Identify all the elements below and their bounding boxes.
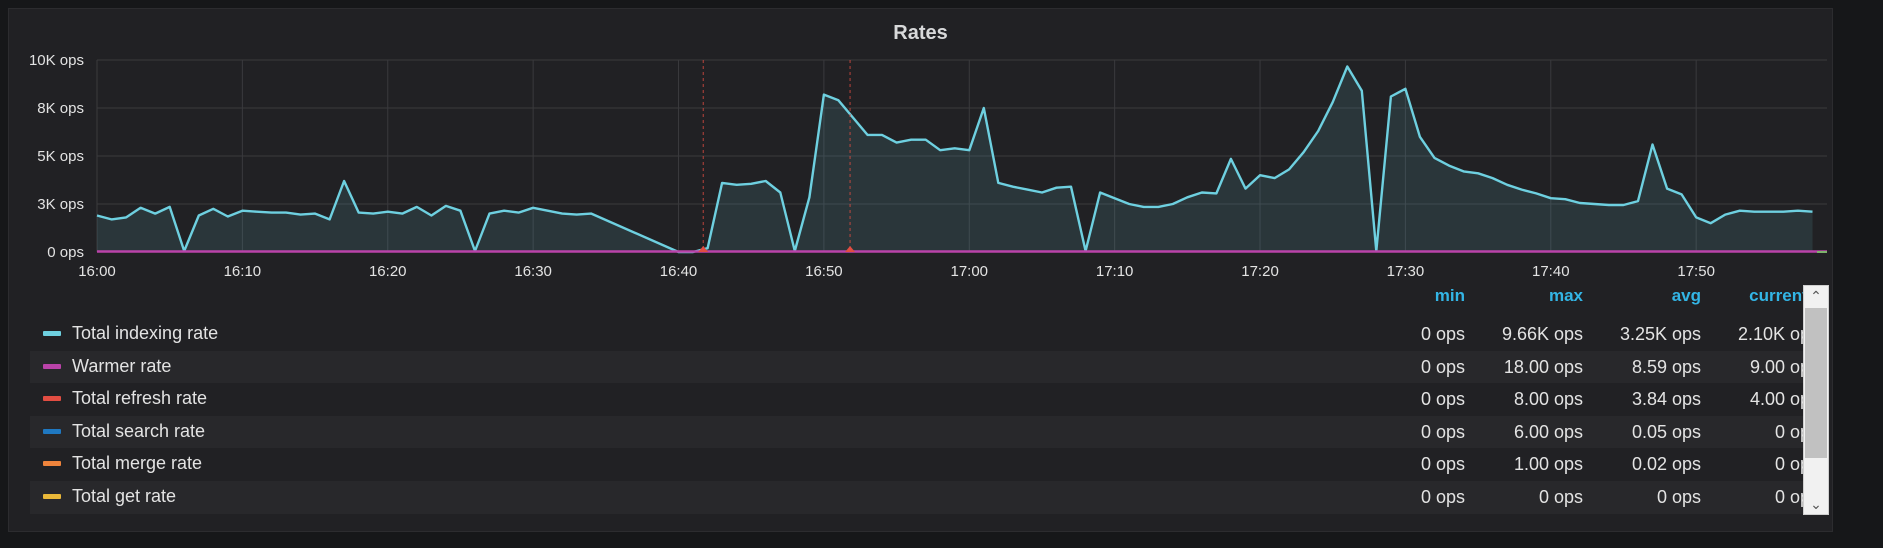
series-name[interactable]: Total get rate xyxy=(72,486,176,507)
scrollbar-thumb[interactable] xyxy=(1805,308,1827,458)
rates-chart[interactable]: 0 ops 3K ops 5K ops 8K ops 10K ops 16:00 16:10… xyxy=(0,0,1883,290)
legend-value-max: 6.00 ops xyxy=(1513,421,1583,442)
legend-row[interactable]: Total refresh rate 0 ops 8.00 ops 3.84 ops 4… xyxy=(30,383,1819,416)
x-tick-label: 17:00 xyxy=(950,263,988,280)
legend-scrollbar[interactable]: ⌃ ⌄ xyxy=(1803,285,1829,515)
legend-row[interactable]: Total indexing rate 0 ops 9.66K ops 3.25K o… xyxy=(30,318,1819,351)
series-color-swatch[interactable] xyxy=(43,396,61,402)
legend-header-avg[interactable]: avg xyxy=(1591,286,1701,306)
legend-row[interactable]: Total get rate 0 ops 0 ops 0 ops 0 ops xyxy=(30,480,1819,514)
legend-value-avg: 0 ops xyxy=(1656,486,1701,507)
series-color-swatch[interactable] xyxy=(43,461,61,467)
legend-header-min[interactable]: min xyxy=(1355,286,1465,306)
legend-value-avg: 3.25K ops xyxy=(1619,324,1701,344)
x-tick-label: 17:10 xyxy=(1096,263,1134,280)
x-tick-label: 17:20 xyxy=(1241,263,1279,280)
legend-header: min max avg current ▾ xyxy=(30,286,1821,312)
x-tick-label: 16:40 xyxy=(660,263,698,280)
legend-rows: Total indexing rate 0 ops 9.66K ops 3.25K o… xyxy=(30,318,1819,514)
legend-value-min: 0 ops xyxy=(1420,356,1465,377)
series-color-swatch[interactable] xyxy=(43,363,61,369)
legend-value-max: 1.00 ops xyxy=(1513,454,1583,475)
y-tick-label: 8K ops xyxy=(37,100,84,117)
legend-value-avg: 8.59 ops xyxy=(1631,356,1701,377)
x-tick-label: 16:10 xyxy=(224,263,262,280)
chevron-down-icon[interactable]: ⌄ xyxy=(1804,494,1828,514)
series-name[interactable]: Total merge rate xyxy=(72,453,202,474)
y-tick-label: 10K ops xyxy=(29,52,84,69)
legend-value-max: 0 ops xyxy=(1538,486,1583,507)
y-tick-label: 5K ops xyxy=(37,148,84,165)
y-tick-label: 3K ops xyxy=(37,196,84,213)
x-tick-label: 17:50 xyxy=(1677,263,1715,280)
series-name[interactable]: Warmer rate xyxy=(72,356,171,377)
legend-row[interactable]: Total search rate 0 ops 6.00 ops 0.05 ops 0 … xyxy=(30,415,1819,449)
series-name[interactable]: Total refresh rate xyxy=(72,388,207,409)
legend-value-max: 8.00 ops xyxy=(1513,389,1583,410)
chevron-up-icon[interactable]: ⌃ xyxy=(1804,286,1828,306)
series-color-swatch[interactable] xyxy=(43,428,61,434)
series-color-swatch[interactable] xyxy=(43,493,61,499)
legend-value-min: 0 ops xyxy=(1420,454,1465,475)
legend-value-avg: 0.05 ops xyxy=(1631,421,1701,442)
x-tick-label: 17:30 xyxy=(1387,263,1425,280)
legend-value-max: 18.00 ops xyxy=(1503,356,1583,377)
legend-value-min: 0 ops xyxy=(1420,324,1465,344)
series-name[interactable]: Total search rate xyxy=(72,421,205,442)
series-color-swatch[interactable] xyxy=(43,331,61,336)
x-tick-label: 16:30 xyxy=(514,263,552,280)
x-tick-label: 16:20 xyxy=(369,263,407,280)
legend-value-avg: 3.84 ops xyxy=(1631,389,1701,410)
legend-value-min: 0 ops xyxy=(1420,486,1465,507)
legend-header-max[interactable]: max xyxy=(1473,286,1583,306)
legend-value-min: 0 ops xyxy=(1420,421,1465,442)
y-tick-label: 0 ops xyxy=(47,244,84,261)
legend-value-min: 0 ops xyxy=(1420,389,1465,410)
x-tick-label: 16:00 xyxy=(78,263,116,280)
series-area-total-indexing-rate xyxy=(97,66,1813,252)
x-tick-label: 16:50 xyxy=(805,263,843,280)
legend-row[interactable]: Total merge rate 0 ops 1.00 ops 0.02 ops 0 o… xyxy=(30,448,1819,481)
legend-value-avg: 0.02 ops xyxy=(1631,454,1701,475)
x-tick-label: 17:40 xyxy=(1532,263,1570,280)
legend-value-max: 9.66K ops xyxy=(1501,324,1583,344)
series-name[interactable]: Total indexing rate xyxy=(72,323,218,344)
legend-row[interactable]: Warmer rate 0 ops 18.00 ops 8.59 ops 9.00 op… xyxy=(30,350,1819,384)
